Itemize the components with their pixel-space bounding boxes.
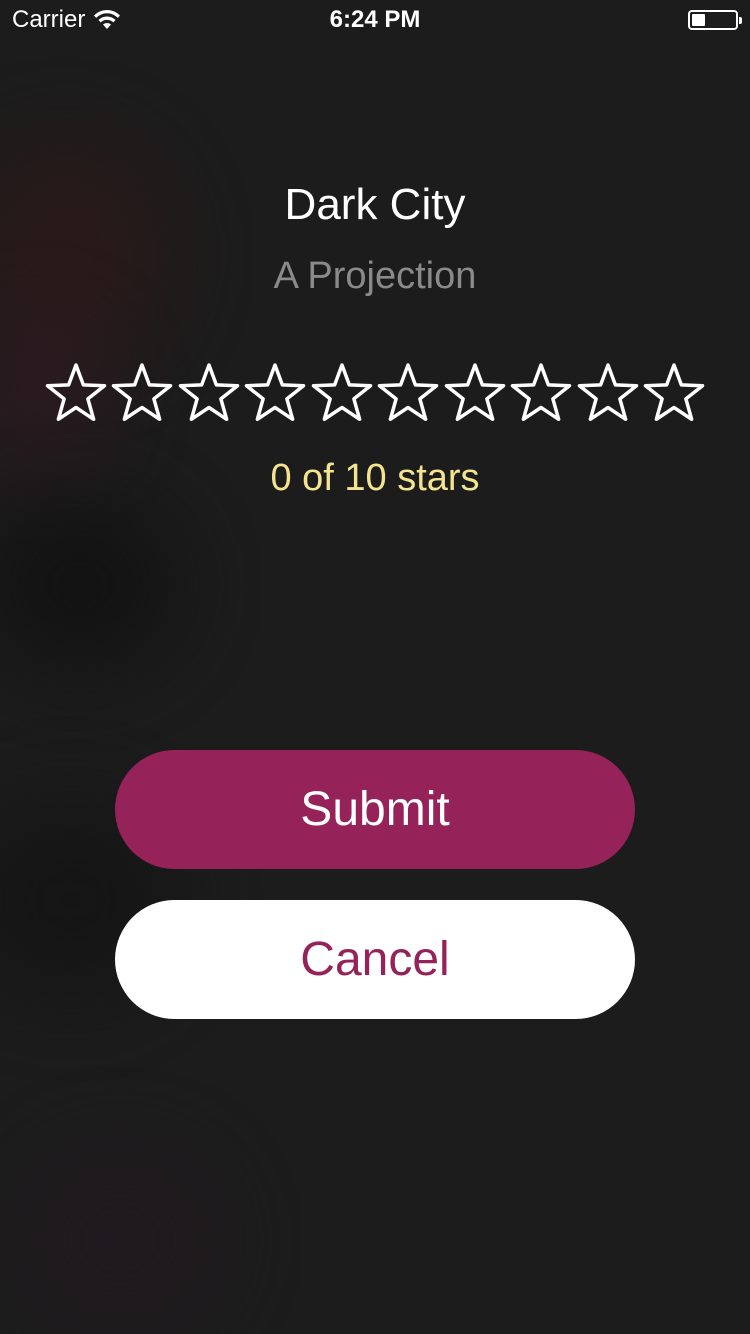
star-outline-icon[interactable]: [443, 360, 507, 424]
star-outline-icon[interactable]: [110, 360, 174, 424]
star-outline-icon[interactable]: [44, 360, 108, 424]
star-rating[interactable]: [44, 360, 706, 430]
submit-button[interactable]: Submit: [115, 750, 635, 869]
star-outline-icon[interactable]: [509, 360, 573, 424]
background-blur: [20, 1150, 220, 1330]
star-outline-icon[interactable]: [376, 360, 440, 424]
rating-label: 0 of 10 stars: [270, 457, 480, 499]
rating-screen: Carrier 6:24 PM Dark City A Projection 0…: [0, 0, 750, 1334]
cancel-button[interactable]: Cancel: [115, 900, 635, 1019]
battery-icon: [688, 10, 742, 30]
battery-level: [692, 14, 705, 26]
status-time: 6:24 PM: [329, 6, 421, 33]
background-blur: [0, 500, 180, 670]
star-outline-icon[interactable]: [642, 360, 706, 424]
star-outline-icon[interactable]: [243, 360, 307, 424]
star-outline-icon[interactable]: [310, 360, 374, 424]
movie-title: Dark City: [284, 180, 466, 229]
star-outline-icon[interactable]: [576, 360, 640, 424]
movie-subtitle: A Projection: [273, 255, 477, 297]
star-outline-icon[interactable]: [177, 360, 241, 424]
status-bar: Carrier 6:24 PM: [0, 0, 750, 40]
